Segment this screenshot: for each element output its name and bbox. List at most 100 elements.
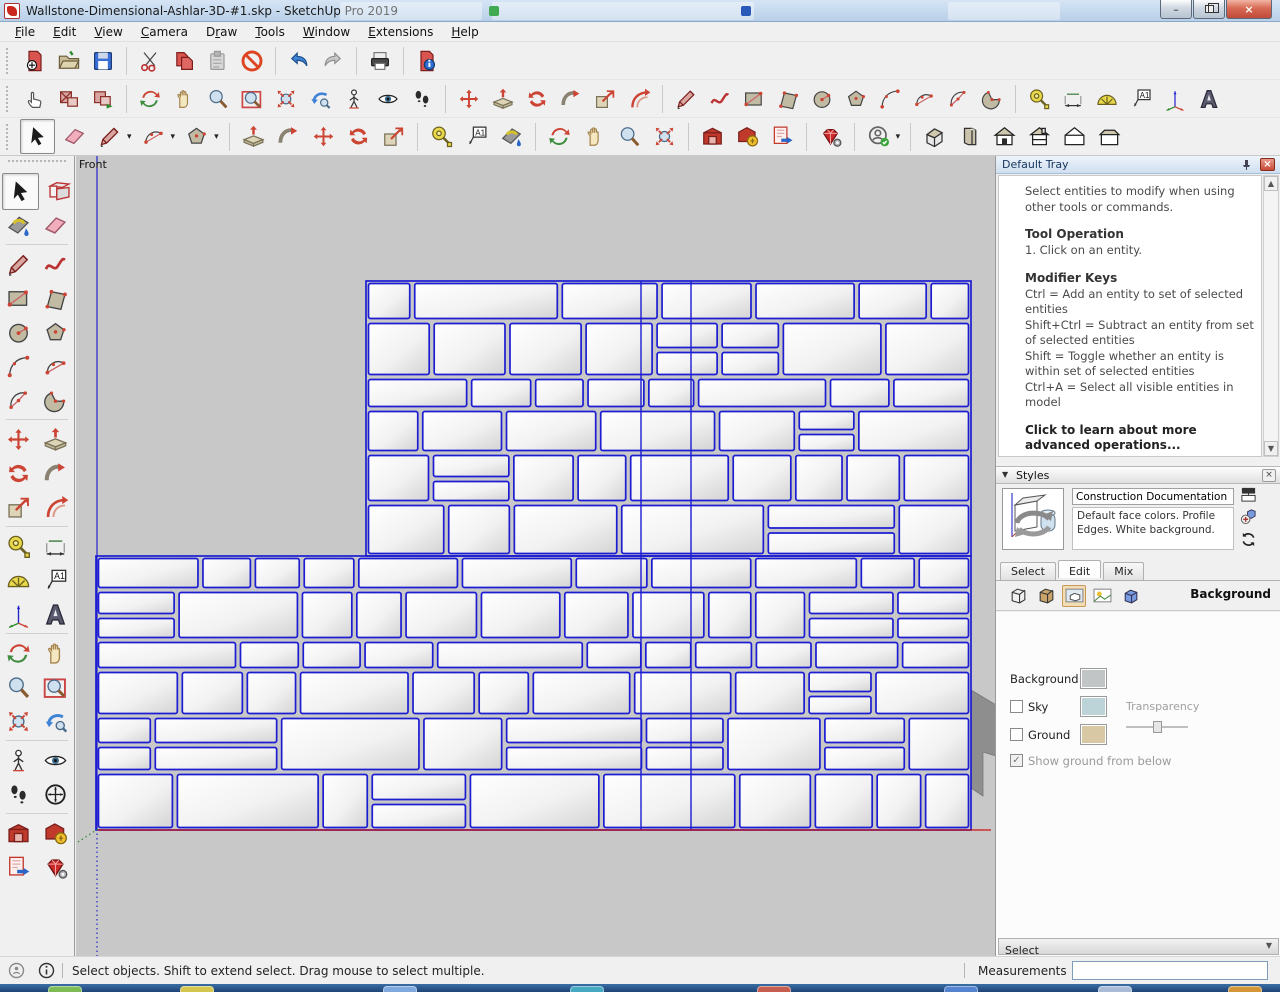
axes-button[interactable] [2,598,35,631]
ashlar-wall-model[interactable] [76,156,995,956]
pan-button[interactable] [169,84,199,114]
text-button[interactable]: A1 [461,121,492,152]
close-button[interactable]: × [1226,0,1272,19]
rectangle-button[interactable] [2,282,35,315]
scroll-down-icon[interactable]: ▼ [1264,441,1278,456]
orbit-button[interactable] [135,84,165,114]
paste-button[interactable] [203,46,233,76]
minimize-button[interactable]: – [1160,0,1192,19]
share-model-button[interactable] [2,851,35,884]
tape-measure-button[interactable] [2,530,35,563]
expand-arrow-icon[interactable]: ▼ [1266,941,1272,950]
edge-settings-button[interactable] [1006,585,1030,607]
text-button[interactable]: A1 [39,564,72,597]
push-pull-button[interactable] [238,121,269,152]
tray-header[interactable]: Default Tray × [996,156,1280,174]
select-collapsed-bar[interactable]: Select ▼ [998,938,1279,955]
scale-button[interactable] [2,491,35,524]
menu-draw[interactable]: Draw [197,23,246,41]
dimension-button[interactable] [39,530,72,563]
model-viewport[interactable]: Front [76,156,995,956]
offset-button[interactable] [624,84,654,114]
scroll-up-icon[interactable]: ▲ [1264,176,1278,191]
secondary-pane-toggle-icon[interactable] [1240,486,1258,504]
zoom-window-button[interactable] [237,84,267,114]
account-dropdown[interactable]: ▾ [896,132,901,142]
line-dropdown[interactable]: ▾ [127,132,132,142]
view-front-button[interactable] [989,121,1020,152]
print-button[interactable] [365,46,395,76]
walk-button[interactable] [407,84,437,114]
tray-close-icon[interactable]: × [1260,158,1275,171]
position-camera-button[interactable] [339,84,369,114]
menu-tools[interactable]: Tools [246,23,294,41]
styles-panel-header[interactable]: ▼ Styles × [996,466,1280,484]
open-button[interactable] [54,46,84,76]
ruby-gem-button[interactable] [815,121,846,152]
paint-bucket-button[interactable] [2,209,35,242]
select-button[interactable] [20,119,55,154]
walk-button[interactable] [2,778,35,811]
account-button[interactable] [863,121,894,152]
slider-thumb[interactable] [1153,721,1162,733]
move-button[interactable] [454,84,484,114]
tape-measure-button[interactable] [1024,84,1054,114]
toolbar-grip[interactable] [6,48,14,74]
restore-button[interactable] [1193,0,1225,19]
dimension-button[interactable] [1058,84,1088,114]
push-pull-button[interactable] [39,423,72,456]
3d-text-button[interactable] [39,598,72,631]
position-camera-button[interactable] [2,744,35,777]
follow-me-button[interactable] [556,84,586,114]
scale-button[interactable] [378,121,409,152]
zoom-extents-button[interactable] [271,84,301,114]
two-point-arc-dropdown[interactable]: ▾ [171,132,176,142]
rotate-button[interactable] [2,457,35,490]
transparency-slider[interactable] [1126,720,1188,734]
palette-grip[interactable] [8,160,66,168]
cut-button[interactable] [135,46,165,76]
taskbar-icon[interactable] [48,986,82,992]
view-left-button[interactable] [1059,121,1090,152]
pie-button[interactable] [39,384,72,417]
arc-button[interactable] [2,350,35,383]
model-info-button[interactable] [412,46,442,76]
menu-edit[interactable]: Edit [44,23,85,41]
select-button[interactable] [2,173,39,210]
orbit-button[interactable] [544,121,575,152]
previous-view-button[interactable] [39,705,72,738]
menu-camera[interactable]: Camera [132,23,197,41]
freehand-button[interactable] [705,84,735,114]
previous-view-button[interactable] [305,84,335,114]
new-document-button[interactable] [20,46,50,76]
show-ground-checkbox[interactable]: ✓ [1010,754,1023,767]
taskbar-icon[interactable] [180,986,214,992]
zoom-button[interactable] [2,671,35,704]
polygon-button[interactable] [181,121,212,152]
zoom-button[interactable] [614,121,645,152]
pointer-hand-button[interactable] [20,84,50,114]
undo-button[interactable] [284,46,314,76]
windows-taskbar[interactable] [0,984,1280,992]
line-button[interactable] [671,84,701,114]
redo-button[interactable] [318,46,348,76]
3d-text-button[interactable] [1194,84,1224,114]
rectangle-button[interactable] [739,84,769,114]
follow-me-button[interactable] [273,121,304,152]
background-color-swatch[interactable] [1080,668,1107,689]
toolbar-grip[interactable] [6,124,14,150]
share-model-button[interactable] [767,121,798,152]
two-point-arc-button[interactable] [909,84,939,114]
geolocation-status-icon[interactable] [8,962,25,979]
zoom-extents-button[interactable] [2,705,35,738]
paint-bucket-button[interactable] [496,121,527,152]
protractor-button[interactable] [1092,84,1122,114]
pie-button[interactable] [977,84,1007,114]
pan-button[interactable] [579,121,610,152]
protractor-button[interactable] [2,564,35,597]
line-button[interactable] [94,121,125,152]
create-style-icon[interactable] [1240,508,1258,526]
circle-button[interactable] [2,316,35,349]
taskbar-icon[interactable] [1098,986,1132,992]
taskbar-icon[interactable] [570,986,604,992]
